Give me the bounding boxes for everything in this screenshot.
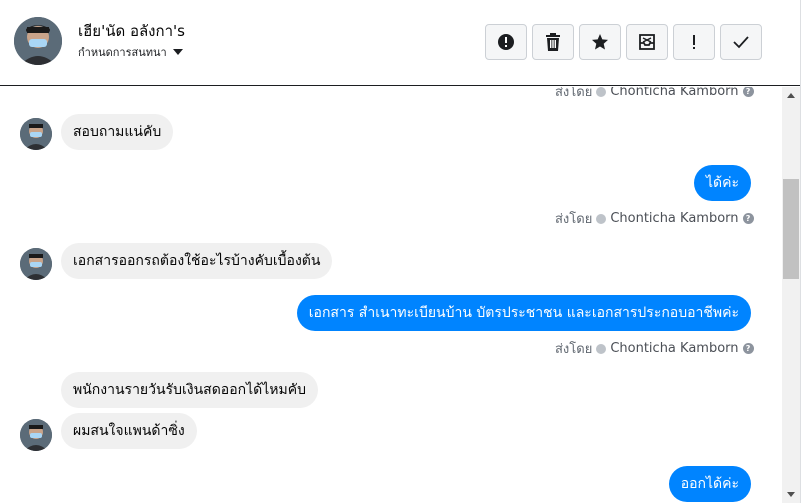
scroll-down-arrow-icon[interactable]	[787, 492, 795, 497]
scrollbar-thumb[interactable]	[783, 179, 799, 279]
sender-avatar[interactable]	[20, 419, 52, 451]
sent-by-line: ส่งโดย Chonticha Kamborn ?	[555, 87, 754, 102]
scroll-up-arrow-icon[interactable]	[787, 93, 795, 98]
agent-name[interactable]: Chonticha Kamborn	[610, 211, 738, 226]
sent-by-label: ส่งโดย	[555, 212, 593, 227]
trash-icon	[546, 33, 560, 51]
panel-divider	[800, 0, 804, 503]
incoming-message[interactable]: สอบถามแน่คับ	[61, 114, 174, 150]
conversation-settings-label: กำหนดการสนทนา	[78, 46, 167, 59]
outgoing-message[interactable]: ออกได้ค่ะ	[668, 466, 751, 502]
exclamation-icon	[693, 35, 695, 49]
conversation-toolbar	[485, 24, 762, 60]
delete-button[interactable]	[532, 24, 574, 60]
incoming-message[interactable]: ผมสนใจแพนด้าซิ่ง	[61, 413, 197, 449]
incoming-message[interactable]: เอกสารออกรถต้องใช้อะไรบ้างคับเบื้องต้น	[61, 243, 333, 279]
sender-avatar[interactable]	[20, 248, 52, 280]
sent-by-label: ส่งโดย	[555, 342, 593, 357]
contact-name[interactable]: เฮีย'นัด อลังกา's	[78, 19, 185, 43]
chevron-down-icon	[172, 49, 183, 55]
sent-by-line: ส่งโดย Chonticha Kamborn ?	[555, 208, 754, 229]
archive-button[interactable]	[626, 24, 668, 60]
incoming-message[interactable]: พนักงานรายวันรับเงินสดออกได้ไหมคับ	[61, 372, 318, 408]
agent-name[interactable]: Chonticha Kamborn	[610, 341, 738, 356]
sent-by-line: ส่งโดย Chonticha Kamborn ?	[555, 338, 754, 359]
check-icon	[733, 36, 749, 49]
star-button[interactable]	[579, 24, 621, 60]
mark-done-button[interactable]	[720, 24, 762, 60]
outgoing-message[interactable]: เอกสาร สำเนาทะเบียนบ้าน บัตรประชาชน และเ…	[296, 295, 751, 331]
conversation-settings-dropdown[interactable]: กำหนดการสนทนา	[78, 43, 183, 61]
agent-name[interactable]: Chonticha Kamborn	[610, 87, 738, 99]
contact-avatar[interactable]	[14, 17, 62, 65]
verified-icon	[596, 343, 607, 354]
outgoing-message[interactable]: ได้ค่ะ	[693, 165, 751, 201]
mark-important-button[interactable]	[673, 24, 715, 60]
inbox-archive-icon	[639, 34, 655, 50]
message-thread[interactable]: ส่งโดย Chonticha Kamborn ? สอบถามแน่คับ …	[0, 87, 782, 503]
alert-circle-icon	[498, 34, 514, 50]
scrollbar[interactable]	[782, 87, 800, 503]
conversation-header: เฮีย'นัด อลังกา's กำหนดการสนทนา	[0, 0, 804, 86]
help-icon[interactable]: ?	[742, 213, 754, 224]
star-icon	[592, 34, 608, 50]
help-icon[interactable]: ?	[742, 343, 754, 354]
sender-avatar[interactable]	[20, 118, 52, 150]
report-spam-button[interactable]	[485, 24, 527, 60]
help-icon[interactable]: ?	[742, 87, 754, 97]
verified-icon	[596, 87, 607, 97]
sent-by-label: ส่งโดย	[555, 87, 593, 100]
verified-icon	[596, 213, 607, 224]
